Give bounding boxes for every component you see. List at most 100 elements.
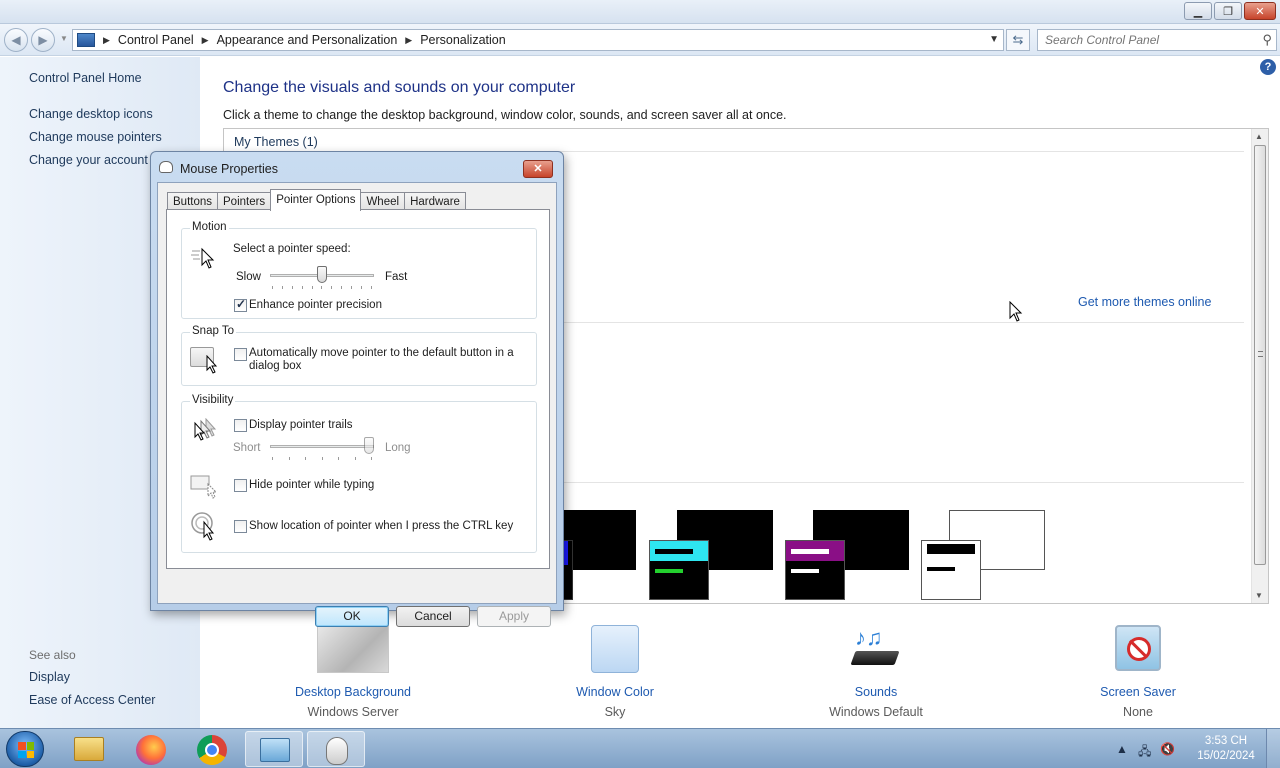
- address-bar[interactable]: ▶ Control Panel ▶ Appearance and Persona…: [72, 29, 1004, 51]
- dialog-title: Mouse Properties: [180, 162, 278, 176]
- restore-button[interactable]: ❐: [1214, 2, 1242, 20]
- visibility-heading: Visibility: [190, 394, 236, 406]
- taskbar-mouse-properties[interactable]: [307, 731, 365, 767]
- enhance-precision-label[interactable]: Enhance pointer precision: [249, 299, 382, 311]
- show-hidden-icons[interactable]: ▲: [1116, 742, 1128, 756]
- window-color-option[interactable]: Window Color Sky: [525, 625, 705, 725]
- breadcrumb-control-panel[interactable]: Control Panel: [118, 33, 194, 47]
- desktop-background-option[interactable]: Desktop Background Windows Server: [263, 625, 443, 725]
- address-dropdown-icon[interactable]: ▼: [989, 34, 999, 45]
- clock-date: 15/02/2024: [1197, 750, 1255, 762]
- hide-pointer-label[interactable]: Hide pointer while typing: [249, 479, 374, 491]
- pointer-trails-checkbox[interactable]: [234, 419, 247, 432]
- firefox-icon: [136, 735, 166, 765]
- minimize-button[interactable]: ▁: [1184, 2, 1212, 20]
- windows-logo-icon: [18, 742, 34, 758]
- show-desktop-button[interactable]: [1266, 729, 1280, 768]
- screen-saver-option[interactable]: Screen Saver None: [1048, 625, 1228, 725]
- search-input[interactable]: [1038, 30, 1248, 50]
- short-label: Short: [233, 442, 261, 454]
- chevron-right-icon[interactable]: ▶: [103, 35, 110, 46]
- chevron-right-icon[interactable]: ▶: [202, 35, 209, 46]
- snap-to-group: Snap To Automatically move pointer to th…: [181, 325, 537, 386]
- show-location-checkbox[interactable]: [234, 520, 247, 533]
- forward-button[interactable]: ▶: [31, 28, 55, 52]
- mouse-icon: [326, 737, 348, 765]
- sounds-option[interactable]: ♪♫ Sounds Windows Default: [786, 625, 966, 725]
- apply-button[interactable]: Apply: [477, 606, 551, 627]
- refresh-button[interactable]: ⇆: [1006, 29, 1030, 51]
- control-panel-home-link[interactable]: Control Panel Home: [29, 71, 142, 85]
- desktop-background-label[interactable]: Desktop Background: [263, 685, 443, 699]
- enhance-precision-checkbox[interactable]: [234, 297, 247, 312]
- get-more-themes-link[interactable]: Get more themes online: [1078, 295, 1211, 309]
- chevron-right-icon[interactable]: ▶: [405, 35, 412, 46]
- sounds-icon: ♪♫: [850, 625, 901, 673]
- taskbar-firefox[interactable]: [122, 731, 180, 767]
- hide-pointer-icon: [190, 475, 218, 499]
- screen-saver-label[interactable]: Screen Saver: [1048, 685, 1228, 699]
- breadcrumb-personalization[interactable]: Personalization: [420, 33, 505, 47]
- clock[interactable]: 3:53 CH 15/02/2024: [1190, 734, 1262, 764]
- themes-scrollbar[interactable]: ▲ ▼: [1251, 129, 1268, 603]
- window-color-icon: [591, 625, 639, 673]
- snap-to-label-line1[interactable]: Automatically move pointer to the defaul…: [249, 347, 514, 359]
- long-label: Long: [385, 442, 411, 454]
- hide-pointer-checkbox[interactable]: [234, 479, 247, 492]
- dialog-close-button[interactable]: ✕: [523, 160, 553, 178]
- chrome-icon: [197, 735, 227, 765]
- motion-heading: Motion: [190, 221, 229, 233]
- breadcrumb-appearance[interactable]: Appearance and Personalization: [217, 33, 398, 47]
- change-desktop-icons-link[interactable]: Change desktop icons: [29, 107, 153, 121]
- window-color-value: Sky: [604, 705, 626, 719]
- pointer-speed-slider-thumb[interactable]: [317, 266, 327, 283]
- window-controls: ▁ ❐ ✕: [1184, 2, 1276, 20]
- scroll-thumb[interactable]: [1254, 145, 1266, 565]
- my-themes-heading: My Themes (1): [234, 135, 318, 149]
- network-icon[interactable]: 🖧: [1138, 742, 1151, 763]
- desktop-background-value: Windows Server: [307, 705, 399, 719]
- see-also-heading: See also: [29, 648, 76, 662]
- control-panel-icon: [260, 738, 290, 762]
- display-link[interactable]: Display: [29, 670, 70, 684]
- cancel-button[interactable]: Cancel: [396, 606, 470, 627]
- search-icon[interactable]: ⚲: [1262, 32, 1272, 48]
- snap-to-checkbox[interactable]: [234, 348, 247, 361]
- recent-pages-dropdown-icon[interactable]: ▼: [60, 34, 68, 43]
- show-location-label[interactable]: Show location of pointer when I press th…: [249, 520, 513, 532]
- folder-icon: [74, 737, 104, 761]
- desktop-background-icon: [317, 625, 389, 673]
- help-icon[interactable]: ?: [1260, 59, 1276, 75]
- volume-muted-icon[interactable]: 🔇: [1160, 742, 1175, 756]
- taskbar-explorer[interactable]: [60, 731, 118, 767]
- scroll-down-icon[interactable]: ▼: [1255, 591, 1263, 600]
- snap-to-label-line2[interactable]: dialog box: [249, 360, 301, 372]
- change-mouse-pointers-link[interactable]: Change mouse pointers: [29, 130, 162, 144]
- snap-to-heading: Snap To: [190, 325, 236, 337]
- visibility-group: Visibility Display pointer trails Short …: [181, 394, 537, 553]
- mouse-properties-dialog: Mouse Properties ✕ Buttons Pointers Poin…: [150, 151, 564, 627]
- close-window-button[interactable]: ✕: [1244, 2, 1276, 20]
- taskbar-control-panel[interactable]: [245, 731, 303, 767]
- divider: [524, 322, 1244, 323]
- ease-of-access-link[interactable]: Ease of Access Center: [29, 693, 155, 707]
- back-button[interactable]: ◀: [4, 28, 28, 52]
- ok-button[interactable]: OK: [315, 606, 389, 627]
- scroll-up-icon[interactable]: ▲: [1255, 132, 1263, 141]
- mouse-cursor-icon: [1009, 301, 1023, 322]
- taskbar: ▲ 🖧 🔇 3:53 CH 15/02/2024: [0, 728, 1280, 768]
- change-account-picture-link[interactable]: Change your account p: [29, 153, 158, 167]
- control-panel-icon: [77, 33, 95, 47]
- dialog-body: Buttons Pointers Pointer Options Wheel H…: [157, 182, 557, 627]
- sounds-label[interactable]: Sounds: [786, 685, 966, 699]
- pointer-trails-label[interactable]: Display pointer trails: [249, 419, 353, 431]
- tab-pointer-options[interactable]: Pointer Options: [270, 189, 362, 211]
- page-title: Change the visuals and sounds on your co…: [223, 79, 576, 96]
- search-box: ⚲: [1037, 29, 1277, 51]
- taskbar-chrome[interactable]: [183, 731, 241, 767]
- pointer-trails-slider-thumb[interactable]: [364, 437, 374, 454]
- slow-label: Slow: [236, 271, 261, 283]
- start-button[interactable]: [6, 731, 44, 767]
- divider: [524, 482, 1244, 483]
- window-color-label[interactable]: Window Color: [525, 685, 705, 699]
